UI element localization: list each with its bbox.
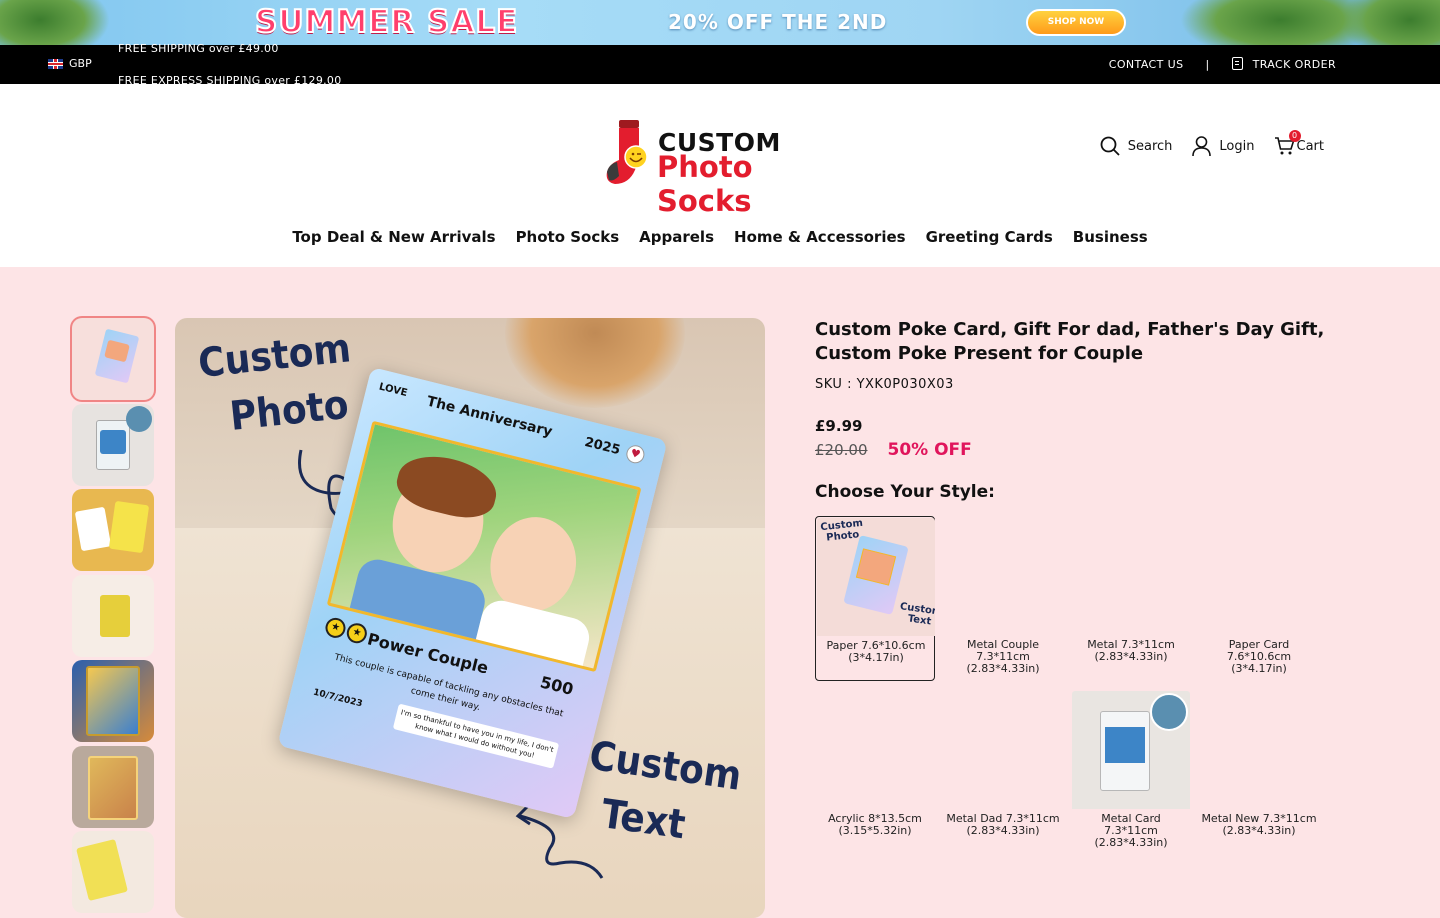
- document-icon: [1231, 57, 1243, 70]
- shop-now-button[interactable]: SHOP NOW: [1026, 9, 1126, 36]
- nav-top-deal[interactable]: Top Deal & New Arrivals: [292, 228, 495, 246]
- site-logo[interactable]: CUSTOM Photo Socks: [603, 120, 843, 218]
- nav-business[interactable]: Business: [1073, 228, 1148, 246]
- style-label: Metal 7.3*11cm (2.83*4.33in): [1087, 638, 1175, 663]
- style-option-metal-couple[interactable]: Metal Couple 7.3*11cm (2.83*4.33in): [943, 516, 1063, 681]
- sale-headline: SUMMER SALE: [254, 3, 519, 41]
- palm-decoration: [1340, 0, 1440, 45]
- nav-photo-socks[interactable]: Photo Socks: [516, 228, 620, 246]
- product-title: Custom Poke Card, Gift For dad, Father's…: [815, 319, 1325, 364]
- utility-bar: GBP FREE SHIPPING over £49.00 FREE EXPRE…: [0, 42, 1440, 87]
- logo-text-bottom: Photo Socks: [657, 150, 753, 218]
- sock-logo-icon: [606, 120, 648, 184]
- search-label: Search: [1127, 138, 1173, 154]
- style-option-metal-dad[interactable]: Metal Dad 7.3*11cm (2.83*4.33in): [943, 690, 1063, 855]
- style-option-metal-card[interactable]: Metal Card 7.3*11cm (2.83*4.33in): [1071, 690, 1191, 855]
- currency-label: GBP: [69, 57, 92, 70]
- discount-badge: 50% OFF: [887, 440, 972, 460]
- main-nav: Top Deal & New Arrivals Photo Socks Appa…: [0, 228, 1440, 246]
- star-icon: ★: [323, 615, 348, 641]
- style-label: Metal Card 7.3*11cm (2.83*4.33in): [1094, 812, 1168, 849]
- style-label: Paper 7.6*10.6cm (3*4.17in): [826, 639, 926, 664]
- separator: |: [1205, 57, 1210, 71]
- style-label: Paper Card 7.6*10.6cm (3*4.17in): [1226, 638, 1292, 675]
- currency-selector[interactable]: GBP: [48, 57, 92, 70]
- uk-flag-icon: [48, 58, 63, 69]
- palm-decoration: [0, 0, 110, 45]
- promo-banner[interactable]: SUMMER SALE 20% OFF THE 2ND SHOP NOW: [0, 0, 1440, 45]
- original-price: £20.00: [815, 441, 868, 459]
- thumbnail-4[interactable]: [72, 574, 154, 657]
- style-option-metal[interactable]: Metal 7.3*11cm (2.83*4.33in): [1071, 516, 1191, 681]
- offer-text: 20% OFF THE 2ND: [668, 10, 888, 34]
- star-icon: ★: [344, 621, 369, 646]
- site-header: CUSTOM Photo Socks Search Login 0 Cart T…: [0, 84, 1440, 267]
- search-icon: [1100, 136, 1120, 156]
- nav-greeting-cards[interactable]: Greeting Cards: [926, 228, 1053, 246]
- style-thumbnail: Custom Photo Custom Text: [817, 518, 935, 636]
- thumbnail-7[interactable]: [72, 831, 154, 913]
- custom-photo-overlay: Custom Photo: [196, 325, 353, 440]
- thumbnail-1[interactable]: [72, 318, 154, 400]
- current-price: £9.99: [815, 417, 863, 435]
- thumbnail-6[interactable]: [72, 745, 154, 828]
- thumbnail-2[interactable]: [72, 403, 154, 486]
- product-info: Custom Poke Card, Gift For dad, Father's…: [815, 318, 1335, 502]
- contact-us-link[interactable]: CONTACT US: [1109, 58, 1184, 71]
- login-label: Login: [1219, 138, 1255, 154]
- cart-label: Cart: [1296, 138, 1325, 154]
- search-button[interactable]: Search: [1100, 136, 1173, 156]
- track-order-link[interactable]: TRACK ORDER: [1231, 57, 1336, 71]
- login-button[interactable]: Login: [1192, 136, 1255, 156]
- nav-apparels[interactable]: Apparels: [639, 228, 714, 246]
- style-option-metal-new[interactable]: Metal New 7.3*11cm (2.83*4.33in): [1199, 690, 1319, 855]
- style-label: Metal New 7.3*11cm (2.83*4.33in): [1201, 812, 1317, 837]
- cart-button[interactable]: 0 Cart: [1274, 130, 1325, 156]
- style-option-paper-card[interactable]: Paper Card 7.6*10.6cm (3*4.17in): [1199, 516, 1319, 681]
- style-label: Acrylic 8*13.5cm (3.15*5.32in): [828, 812, 922, 837]
- thumbnail-list: [72, 318, 154, 917]
- style-option-acrylic[interactable]: Acrylic 8*13.5cm (3.15*5.32in): [815, 690, 935, 855]
- thumbnail-5[interactable]: [72, 660, 154, 742]
- heart-icon: ♥: [624, 443, 647, 466]
- style-label: Metal Couple 7.3*11cm (2.83*4.33in): [966, 638, 1040, 675]
- style-thumbnail: [1072, 691, 1190, 809]
- track-order-label: TRACK ORDER: [1252, 58, 1336, 71]
- thumbnail-3[interactable]: [72, 489, 154, 571]
- main-product-image[interactable]: Custom Photo Custom Text LOVE The Annivers…: [175, 318, 765, 918]
- style-selector-label: Choose Your Style:: [815, 482, 995, 502]
- style-label: Metal Dad 7.3*11cm (2.83*4.33in): [946, 812, 1060, 837]
- user-icon: [1192, 136, 1212, 156]
- style-option-paper[interactable]: Custom Photo Custom Text Paper 7.6*10.6cm …: [815, 516, 935, 681]
- product-sku: SKU : YXK0P030X03: [815, 377, 954, 392]
- shipping-message: FREE SHIPPING over £49.00: [118, 42, 279, 55]
- cart-count-badge: 0: [1288, 130, 1301, 142]
- nav-home-accessories[interactable]: Home & Accessories: [734, 228, 906, 246]
